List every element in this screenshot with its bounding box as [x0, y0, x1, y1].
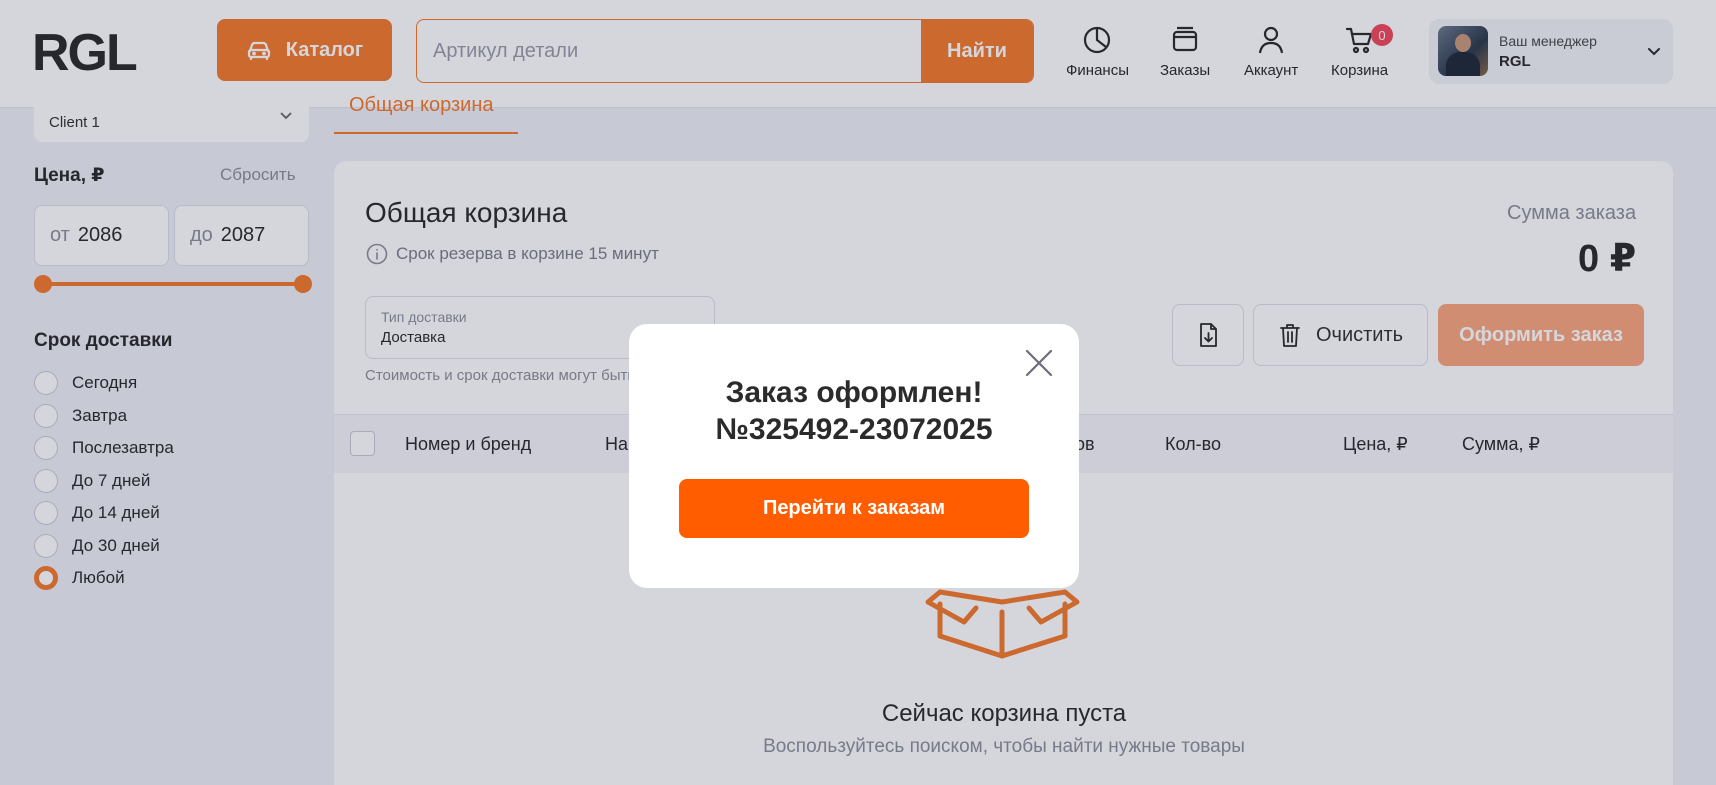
- dialog-title: Заказ оформлен! №325492-23072025: [629, 374, 1079, 448]
- go-to-orders-button[interactable]: Перейти к заказам: [679, 479, 1029, 538]
- dialog-title-line: Заказ оформлен!: [725, 376, 983, 409]
- order-success-dialog: [629, 324, 1079, 588]
- close-icon[interactable]: [1025, 349, 1053, 377]
- order-number: №325492-23072025: [715, 413, 993, 446]
